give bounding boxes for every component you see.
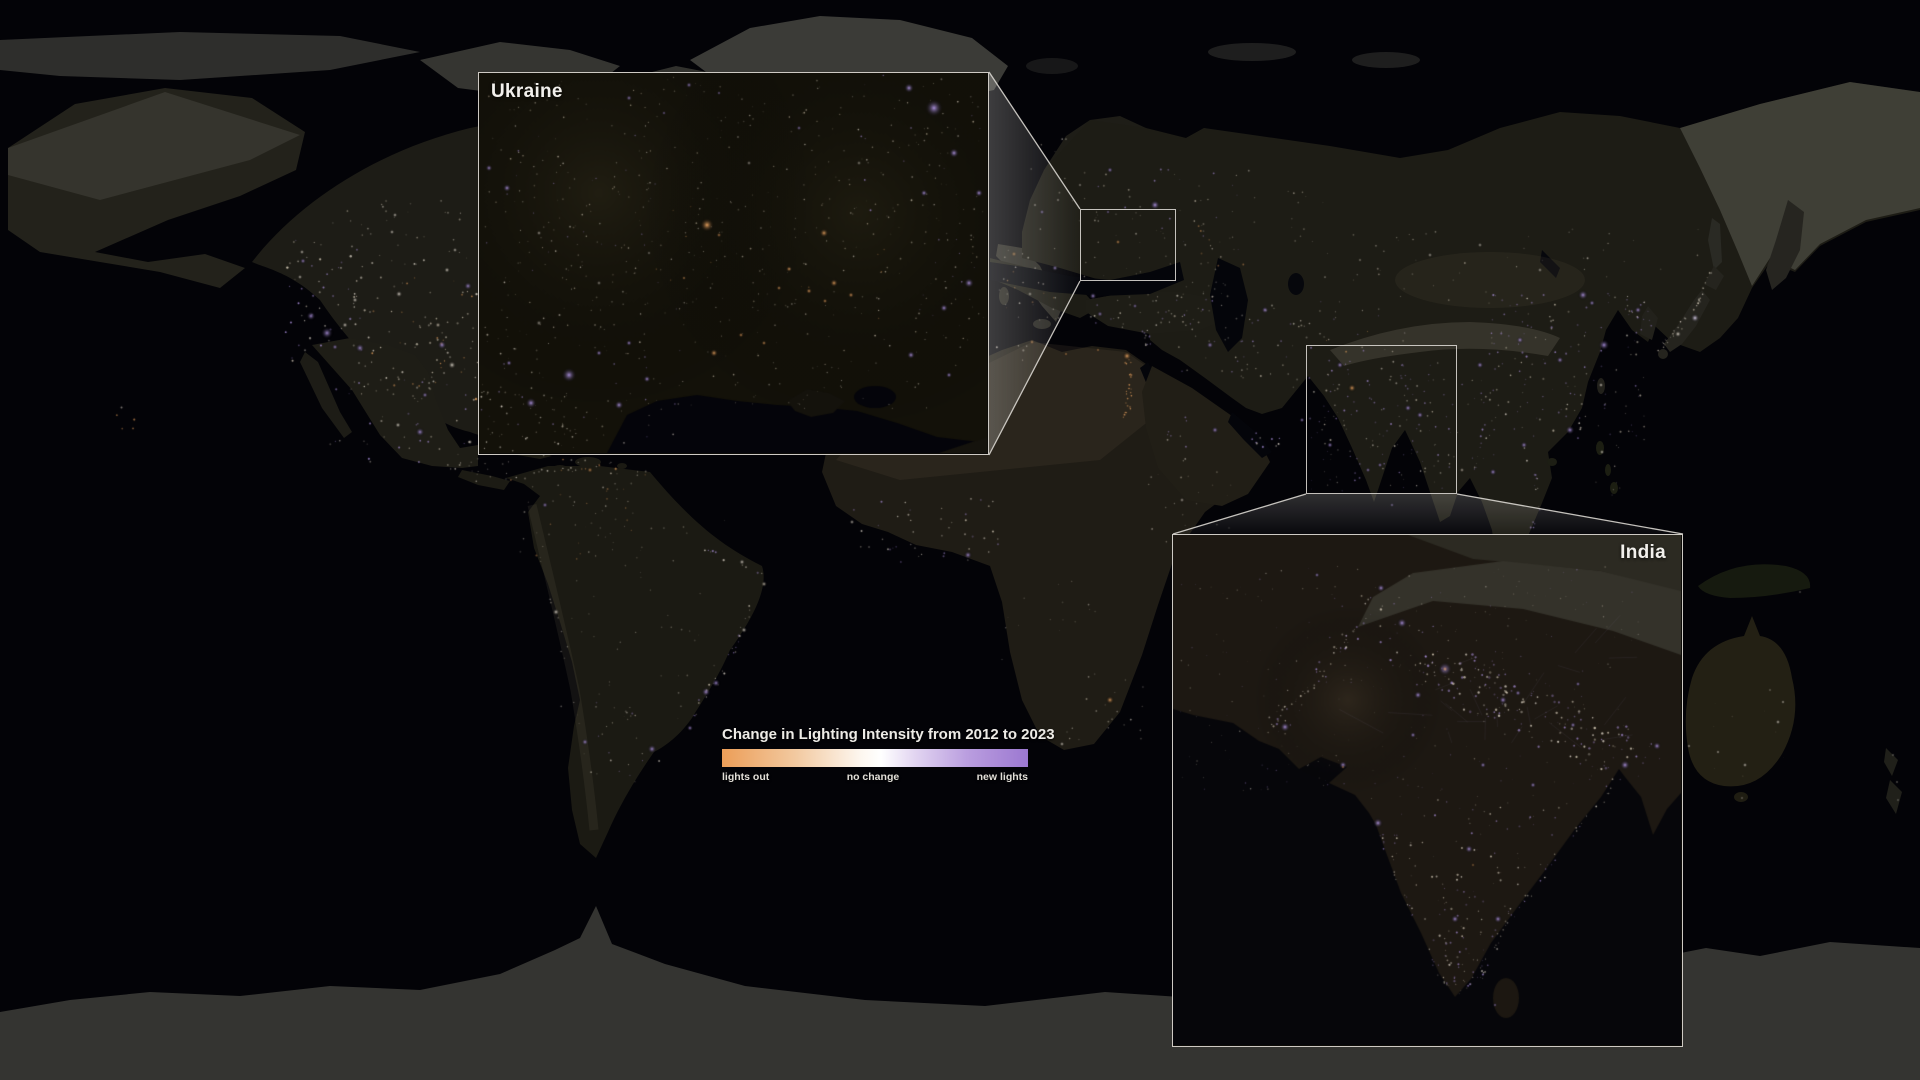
india-connector-fog: [1173, 494, 1683, 534]
ukraine-inset-map: [479, 73, 987, 453]
india-inset-label: India: [1620, 542, 1666, 564]
ukraine-source-region: [1080, 209, 1176, 281]
legend-title: Change in Lighting Intensity from 2012 t…: [722, 726, 1028, 743]
legend-label-new-lights: new lights: [977, 771, 1028, 783]
ukraine-inset-label: Ukraine: [491, 81, 563, 103]
india-inset-panel: India: [1172, 534, 1683, 1047]
legend-label-no-change: no change: [847, 771, 900, 783]
ukraine-connector-fog: [989, 72, 1080, 455]
legend-label-lights-out: lights out: [722, 771, 769, 783]
legend: Change in Lighting Intensity from 2012 t…: [722, 726, 1028, 783]
ukraine-inset-panel: Ukraine: [478, 72, 989, 455]
india-source-region: [1306, 345, 1457, 494]
legend-labels: lights out no change new lights: [722, 771, 1028, 783]
india-inset-map: [1173, 535, 1681, 1045]
world-night-lights-map: Ukraine India Change in Lighting Intensi…: [0, 0, 1920, 1080]
legend-gradient-bar: [722, 749, 1028, 767]
